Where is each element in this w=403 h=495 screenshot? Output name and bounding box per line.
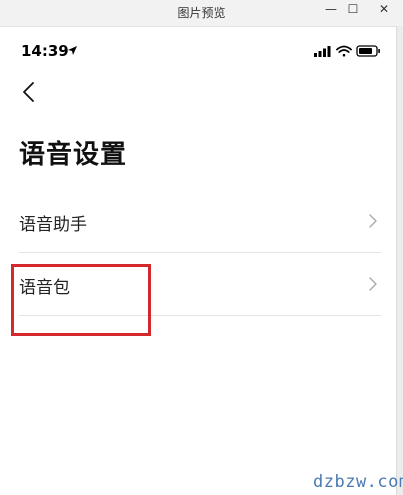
menu-item-label: 语音助手 (19, 215, 87, 235)
back-button[interactable] (18, 80, 42, 104)
location-arrow-icon (68, 46, 77, 55)
close-button[interactable]: ✕ (371, 0, 397, 20)
page-title: 语音设置 (19, 140, 128, 170)
preview-window-titlebar: 图片预览 — ☐ ✕ (0, 0, 403, 27)
watermark: dzbzw.com (313, 472, 403, 492)
chevron-right-icon (369, 214, 377, 228)
signal-icon (314, 46, 331, 57)
battery-icon (356, 45, 380, 57)
window-scrollbar-edge (396, 26, 403, 495)
status-icons (314, 45, 380, 57)
maximize-button[interactable]: ☐ (340, 0, 366, 20)
wifi-icon (336, 45, 352, 57)
status-time: 14:39 (21, 42, 69, 60)
chevron-left-icon (23, 82, 34, 102)
voice-assistant-item[interactable]: 语音助手 (0, 190, 381, 252)
voice-pack-item[interactable]: 语音包 (0, 253, 381, 315)
chevron-right-icon (369, 277, 377, 291)
menu-item-label: 语音包 (19, 278, 70, 298)
divider (19, 315, 381, 316)
